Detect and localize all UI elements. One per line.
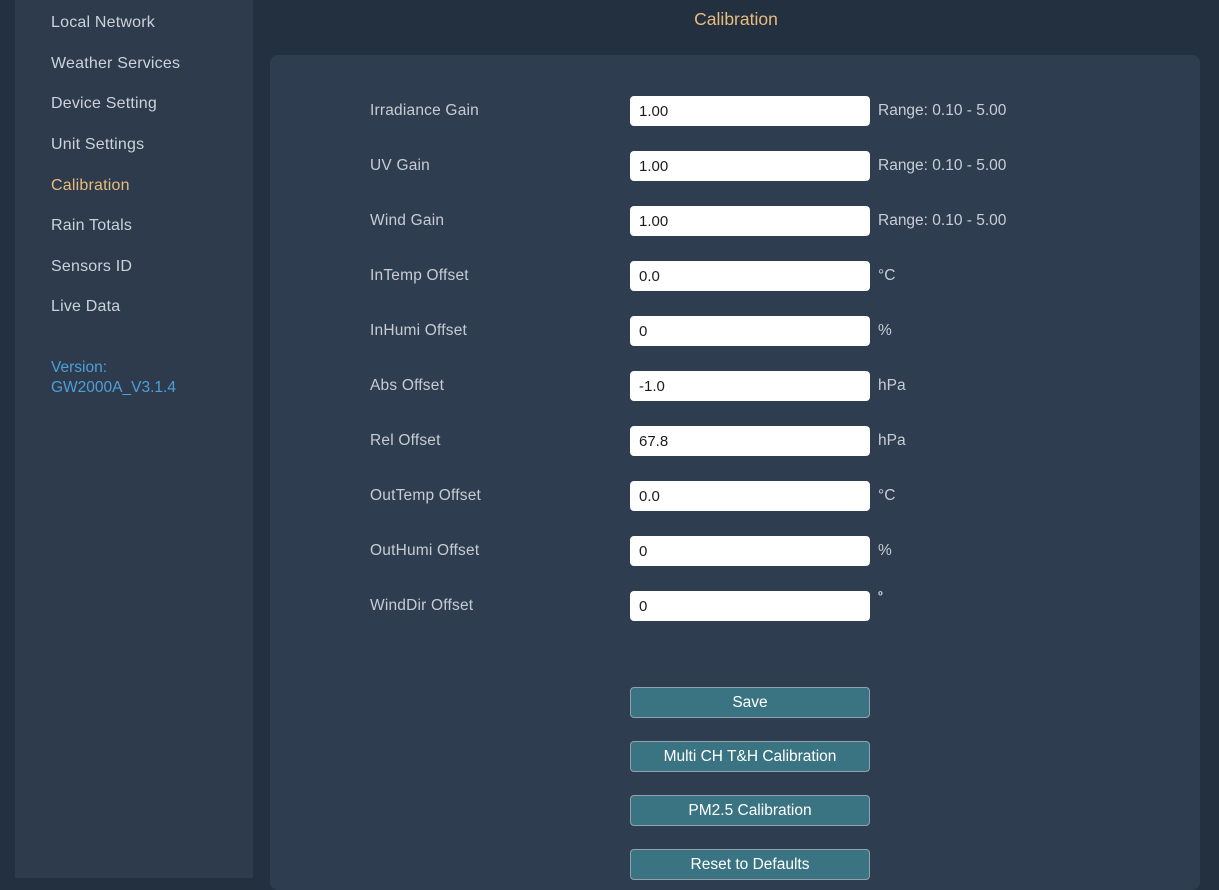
field-label: OutTemp Offset — [370, 487, 482, 504]
form-row: InHumi Offset % — [270, 316, 1200, 346]
form-row: InTemp Offset °C — [270, 261, 1200, 291]
rel-offset-input[interactable] — [630, 426, 870, 456]
form-row: Abs Offset hPa — [270, 371, 1200, 401]
field-suffix: Range: 0.10 - 5.00 — [878, 212, 1007, 229]
firmware-version: Version: GW2000A_V3.1.4 — [15, 358, 253, 399]
field-suffix: Range: 0.10 - 5.00 — [878, 102, 1007, 119]
page-title: Calibration — [694, 9, 778, 29]
form-row: Irradiance Gain Range: 0.10 - 5.00 — [270, 96, 1200, 126]
sidebar: Local Network Weather Services Device Sett… — [15, 0, 253, 878]
multi-ch-t-h-calibration-button[interactable]: Multi CH T&H Calibration — [630, 741, 870, 772]
field-suffix: % — [878, 322, 892, 339]
main-content: Calibration Irradiance Gain Range: 0.10 … — [253, 0, 1219, 890]
field-suffix: % — [878, 542, 892, 559]
intemp-offset-input[interactable] — [630, 261, 870, 291]
field-label: Rel Offset — [370, 432, 441, 449]
field-label: InHumi Offset — [370, 322, 468, 339]
field-label: Abs Offset — [370, 377, 445, 394]
field-suffix: °C — [878, 267, 896, 284]
sidebar-item-weather-services[interactable]: Weather Services — [15, 44, 253, 85]
sidebar-item-unit-settings[interactable]: Unit Settings — [15, 125, 253, 166]
sidebar-item-rain-totals[interactable]: Rain Totals — [15, 206, 253, 247]
version-value: GW2000A_V3.1.4 — [51, 379, 176, 397]
version-label: Version: — [51, 358, 108, 376]
form-rows: Irradiance Gain Range: 0.10 - 5.00 UV Ga… — [270, 96, 1200, 621]
form-row: OutHumi Offset % — [270, 536, 1200, 566]
field-suffix: Range: 0.10 - 5.00 — [878, 157, 1007, 174]
field-label: OutHumi Offset — [370, 542, 480, 559]
sidebar-nav: Local Network Weather Services Device Sett… — [15, 0, 253, 328]
field-label: UV Gain — [370, 157, 430, 174]
action-buttons: Save Multi CH T&H Calibration PM2.5 Calibr… — [270, 687, 1200, 880]
field-label: Wind Gain — [370, 212, 445, 229]
form-row: Wind Gain Range: 0.10 - 5.00 — [270, 206, 1200, 236]
pm2-5-calibration-button[interactable]: PM2.5 Calibration — [630, 795, 870, 826]
sidebar-item-sensors-id[interactable]: Sensors ID — [15, 247, 253, 288]
field-suffix: °C — [878, 487, 896, 504]
field-label: InTemp Offset — [370, 267, 469, 284]
save-button[interactable]: Save — [630, 687, 870, 718]
sidebar-item-local-network[interactable]: Local Network — [15, 3, 253, 44]
field-label: WindDir Offset — [370, 597, 474, 614]
form-row: WindDir Offset º — [270, 588, 1200, 621]
field-suffix: hPa — [878, 377, 906, 394]
wind-gain-input[interactable] — [630, 206, 870, 236]
outtemp-offset-input[interactable] — [630, 481, 870, 511]
winddir-offset-input[interactable] — [630, 591, 870, 621]
calibration-panel: Irradiance Gain Range: 0.10 - 5.00 UV Ga… — [270, 55, 1200, 890]
reset-to-defaults-button[interactable]: Reset to Defaults — [630, 849, 870, 880]
field-label: Irradiance Gain — [370, 102, 479, 119]
field-suffix: hPa — [878, 432, 906, 449]
form-row: Rel Offset hPa — [270, 426, 1200, 456]
field-suffix: º — [878, 588, 883, 603]
sidebar-item-live-data[interactable]: Live Data — [15, 287, 253, 328]
sidebar-item-calibration[interactable]: Calibration — [15, 165, 253, 206]
sidebar-item-device-setting[interactable]: Device Setting — [15, 84, 253, 125]
form-row: UV Gain Range: 0.10 - 5.00 — [270, 151, 1200, 181]
inhumi-offset-input[interactable] — [630, 316, 870, 346]
form-row: OutTemp Offset °C — [270, 481, 1200, 511]
outhumi-offset-input[interactable] — [630, 536, 870, 566]
irradiance-gain-input[interactable] — [630, 96, 870, 126]
abs-offset-input[interactable] — [630, 371, 870, 401]
uv-gain-input[interactable] — [630, 151, 870, 181]
